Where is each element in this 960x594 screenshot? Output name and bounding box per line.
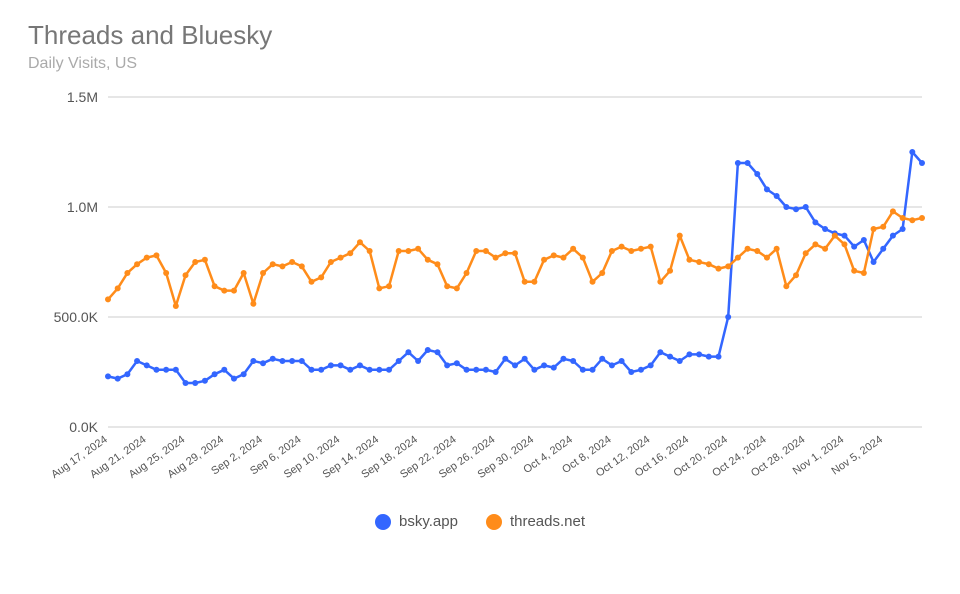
legend-swatch-threads — [486, 514, 502, 530]
chart-container: Threads and Bluesky Daily Visits, US 0.0… — [0, 0, 960, 594]
legend-swatch-bsky — [375, 514, 391, 530]
chart-subtitle: Daily Visits, US — [28, 55, 932, 73]
legend-label-bsky: bsky.app — [399, 513, 458, 530]
svg-text:500.0K: 500.0K — [54, 309, 99, 325]
svg-text:0.0K: 0.0K — [69, 419, 98, 435]
legend-item-bsky: bsky.app — [375, 513, 458, 530]
legend: bsky.app threads.net — [28, 513, 932, 530]
svg-text:1.0M: 1.0M — [67, 199, 98, 215]
plot-area: 0.0K500.0K1.0M1.5MAug 17, 2024Aug 21, 20… — [28, 87, 932, 507]
svg-text:1.5M: 1.5M — [67, 89, 98, 105]
legend-label-threads: threads.net — [510, 513, 585, 530]
chart-svg: 0.0K500.0K1.0M1.5MAug 17, 2024Aug 21, 20… — [28, 87, 932, 507]
chart-title: Threads and Bluesky — [28, 20, 932, 51]
legend-item-threads: threads.net — [486, 513, 585, 530]
